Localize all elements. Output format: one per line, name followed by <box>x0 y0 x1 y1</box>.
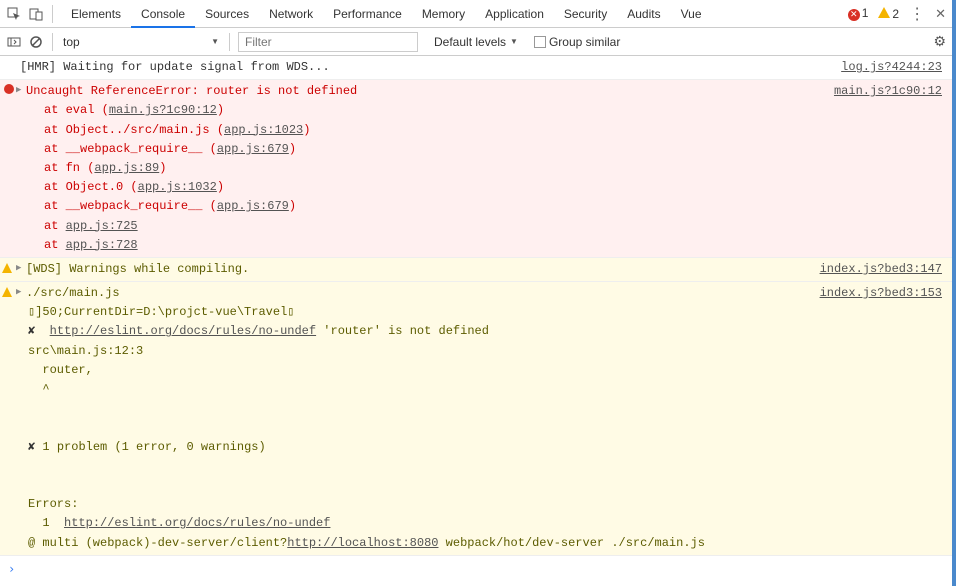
expand-caret-icon[interactable]: ▶ <box>16 285 21 299</box>
stack-text: at fn ( <box>44 161 94 175</box>
source-link[interactable]: index.js?bed3:153 <box>820 284 942 303</box>
warning-row: ▶ [WDS] Warnings while compiling. index.… <box>0 258 952 282</box>
expand-caret-icon[interactable]: ▶ <box>16 83 21 97</box>
toggle-sidebar-icon[interactable] <box>6 34 22 50</box>
separator <box>52 33 53 51</box>
prompt-icon: › <box>8 562 15 576</box>
clear-console-icon[interactable] <box>28 34 44 50</box>
separator <box>52 5 53 23</box>
group-label: Group similar <box>549 35 620 49</box>
log-row: [HMR] Waiting for update signal from WDS… <box>0 56 952 80</box>
warning-icon <box>2 287 12 297</box>
levels-dropdown[interactable]: Default levels ▼ <box>434 35 518 49</box>
stack-text: at __webpack_require__ ( <box>44 142 217 156</box>
error-counter[interactable]: ✕1 <box>848 6 869 21</box>
detail-line: 1 <box>28 516 64 530</box>
stack-link[interactable]: app.js:728 <box>66 238 138 252</box>
eslint-rule-link[interactable]: http://eslint.org/docs/rules/no-undef <box>50 324 316 338</box>
warning-message: [WDS] Warnings while compiling. <box>20 262 249 276</box>
source-link[interactable]: log.js?4244:23 <box>841 58 942 77</box>
tab-memory[interactable]: Memory <box>412 1 475 27</box>
warning-detail: ▯]50;CurrentDir=D:\projct-vue\Travel▯ ✘ … <box>20 303 944 552</box>
devtools-toolbar: Elements Console Sources Network Perform… <box>0 0 952 28</box>
stack-link[interactable]: app.js:679 <box>217 142 289 156</box>
context-selector[interactable]: top ▼ <box>61 33 221 51</box>
error-row: ▶ Uncaught ReferenceError: router is not… <box>0 80 952 258</box>
tab-security[interactable]: Security <box>554 1 617 27</box>
error-icon: ✕ <box>848 9 860 21</box>
stack-link[interactable]: app.js:1023 <box>224 123 303 137</box>
checkbox-icon <box>534 36 546 48</box>
tab-audits[interactable]: Audits <box>617 1 670 27</box>
tab-performance[interactable]: Performance <box>323 1 412 27</box>
filter-input[interactable] <box>238 32 418 52</box>
detail-line: 'router' is not defined <box>316 324 489 338</box>
warning-message: ./src/main.js <box>20 286 120 300</box>
error-count-value: 1 <box>862 6 869 20</box>
detail-line: Errors: <box>28 495 944 514</box>
toolbar-right: ✕1 2 ⋮ ✕ <box>848 4 946 24</box>
stack-text: ) <box>217 180 224 194</box>
stack-link[interactable]: app.js:725 <box>66 219 138 233</box>
error-icon <box>4 84 14 94</box>
stack-text: at __webpack_require__ ( <box>44 199 217 213</box>
tab-elements[interactable]: Elements <box>61 1 131 27</box>
stack-text: at <box>44 238 66 252</box>
eslint-rule-link[interactable]: http://eslint.org/docs/rules/no-undef <box>64 516 330 530</box>
stack-text: ) <box>159 161 166 175</box>
warning-counter[interactable]: 2 <box>878 7 899 21</box>
stack-text: ) <box>289 199 296 213</box>
source-link[interactable]: index.js?bed3:147 <box>820 260 942 279</box>
inspect-icon[interactable] <box>6 6 22 22</box>
context-value: top <box>63 35 80 49</box>
stack-link[interactable]: app.js:679 <box>217 199 289 213</box>
panel-tabs: Elements Console Sources Network Perform… <box>61 1 712 27</box>
warning-icon <box>2 263 12 273</box>
error-message: Uncaught ReferenceError: router is not d… <box>20 84 357 98</box>
console-messages: [HMR] Waiting for update signal from WDS… <box>0 56 952 583</box>
console-filter-bar: top ▼ Default levels ▼ Group similar ⚙ <box>0 28 952 56</box>
stack-text: ) <box>303 123 310 137</box>
device-icon[interactable] <box>28 6 44 22</box>
stack-link[interactable]: app.js:89 <box>94 161 159 175</box>
stack-text: at <box>44 219 66 233</box>
tab-network[interactable]: Network <box>259 1 323 27</box>
stack-text: at Object.0 ( <box>44 180 138 194</box>
gear-icon[interactable]: ⚙ <box>933 33 946 50</box>
group-similar-toggle[interactable]: Group similar <box>534 35 620 49</box>
warning-row: ▶ ./src/main.js index.js?bed3:153 ▯]50;C… <box>0 282 952 556</box>
stack-text: ) <box>289 142 296 156</box>
tab-application[interactable]: Application <box>475 1 554 27</box>
expand-caret-icon[interactable]: ▶ <box>16 261 21 275</box>
stack-trace: at eval (main.js?1c90:12) at Object../sr… <box>20 101 944 255</box>
stack-text: at Object../src/main.js ( <box>44 123 224 137</box>
stack-link[interactable]: app.js:1032 <box>138 180 217 194</box>
detail-line: router, <box>28 361 944 380</box>
warning-icon <box>878 7 890 18</box>
tab-sources[interactable]: Sources <box>195 1 259 27</box>
cross-icon: ✘ <box>28 324 35 338</box>
warn-count-value: 2 <box>892 7 899 21</box>
chevron-down-icon: ▼ <box>510 37 518 46</box>
tab-console[interactable]: Console <box>131 1 195 27</box>
separator <box>229 33 230 51</box>
close-icon[interactable]: ✕ <box>935 6 946 22</box>
detail-line: 1 problem (1 error, 0 warnings) <box>35 440 265 454</box>
detail-line: @ multi (webpack)-dev-server/client? <box>28 536 287 550</box>
more-menu-icon[interactable]: ⋮ <box>909 4 925 24</box>
detail-line: ^ <box>28 380 944 399</box>
localhost-link[interactable]: http://localhost:8080 <box>287 536 438 550</box>
console-prompt[interactable]: › <box>0 556 952 583</box>
detail-line: src\main.js:12:3 <box>28 342 944 361</box>
detail-line: ▯]50;CurrentDir=D:\projct-vue\Travel▯ <box>28 303 944 322</box>
log-message: [HMR] Waiting for update signal from WDS… <box>20 60 330 74</box>
tab-vue[interactable]: Vue <box>671 1 712 27</box>
chevron-down-icon: ▼ <box>211 37 219 46</box>
source-link[interactable]: main.js?1c90:12 <box>834 82 942 101</box>
stack-link[interactable]: main.js?1c90:12 <box>109 103 217 117</box>
detail-line: webpack/hot/dev-server ./src/main.js <box>438 536 704 550</box>
stack-text: at eval ( <box>44 103 109 117</box>
levels-label: Default levels <box>434 35 506 49</box>
stack-text: ) <box>217 103 224 117</box>
